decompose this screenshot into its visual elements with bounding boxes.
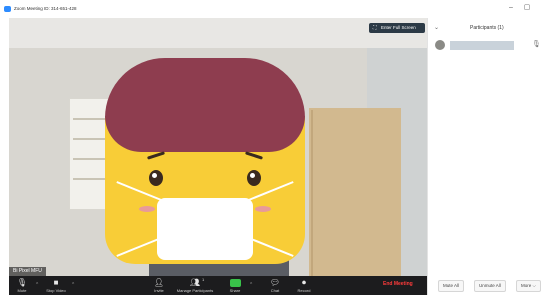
manage-participants-button[interactable]: 👥︎ Manage Participants	[173, 278, 217, 295]
microphone-icon[interactable]: 🎙︎	[532, 40, 541, 48]
mute-button[interactable]: 🎙︎ Mute	[11, 278, 33, 295]
door-edge	[311, 110, 313, 276]
record-label: Record	[297, 288, 311, 293]
fullscreen-icon: ⛶	[373, 25, 377, 31]
manage-participants-label: Manage Participants	[176, 288, 214, 293]
emoji-left-eye	[149, 170, 163, 186]
participants-icon: 👥︎	[189, 278, 201, 287]
emoji-face-overlay	[105, 58, 305, 264]
video-options-caret-icon[interactable]: ⌃	[71, 282, 75, 288]
stop-video-button[interactable]: ■ Stop Video	[43, 278, 69, 295]
share-button[interactable]: Share	[225, 278, 245, 295]
participant-count-badge: 1	[202, 277, 205, 282]
enter-full-screen-button[interactable]: ⛶ Enter Full Screen	[369, 23, 425, 33]
minimize-button[interactable]: –	[505, 3, 517, 13]
avatar	[435, 40, 445, 50]
video-feed: ⛶ Enter Full Screen	[9, 18, 427, 276]
emoji-face-mask	[157, 198, 253, 260]
audio-options-caret-icon[interactable]: ⌃	[35, 282, 39, 288]
record-button[interactable]: ⏺ Record	[293, 278, 315, 295]
more-button[interactable]: More ⌵	[516, 280, 541, 292]
unmute-all-button[interactable]: Unmute All	[474, 280, 506, 292]
emoji-right-blush	[255, 206, 271, 212]
background-door	[309, 108, 401, 276]
mute-all-button[interactable]: Mute All	[438, 280, 465, 292]
invite-button[interactable]: 👤︎ Invite	[149, 278, 169, 295]
end-meeting-button[interactable]: End Meeting	[383, 281, 413, 287]
stop-video-label: Stop Video	[46, 288, 66, 293]
background-ceiling	[9, 18, 427, 48]
meeting-toolbar: 🎙︎ Mute ⌃ ■ Stop Video ⌃ 👤︎ Invite 👥︎ Ma…	[9, 276, 427, 295]
share-options-caret-icon[interactable]: ⌃	[249, 282, 253, 288]
window-title: Zoom Meeting ID: 314-651-428	[14, 6, 77, 11]
share-screen-icon	[225, 278, 245, 288]
collapse-panel-chevron-icon[interactable]: ⌄	[434, 24, 439, 31]
invite-icon: 👤︎	[153, 278, 165, 287]
share-label: Share	[229, 288, 241, 293]
chat-button[interactable]: 💬︎ Chat	[265, 278, 285, 295]
invite-label: Invite	[154, 288, 164, 293]
emoji-right-eye	[247, 170, 261, 186]
title-bar: Zoom Meeting ID: 314-651-428 – ▢	[0, 0, 543, 18]
participant-name-redacted	[450, 41, 514, 50]
record-icon: ⏺	[302, 278, 306, 287]
enter-full-screen-label: Enter Full Screen	[381, 25, 416, 30]
participants-panel-title: Participants (1)	[470, 25, 504, 31]
chat-icon: 💬︎	[269, 278, 281, 287]
microphone-icon: 🎙︎	[16, 278, 28, 287]
maximize-button[interactable]: ▢	[521, 3, 533, 13]
mute-label: Mute	[17, 288, 27, 293]
zoom-logo-icon	[4, 6, 11, 12]
video-camera-icon: ■	[53, 278, 59, 287]
emoji-hair-fringe	[105, 116, 305, 152]
participant-name-tag: Bi Pixel MFU	[9, 267, 46, 276]
emoji-left-blush	[139, 206, 155, 212]
chat-label: Chat	[270, 288, 280, 293]
participants-panel: ⌄ Participants (1) 🎙︎ Mute All Unmute Al…	[427, 18, 543, 295]
